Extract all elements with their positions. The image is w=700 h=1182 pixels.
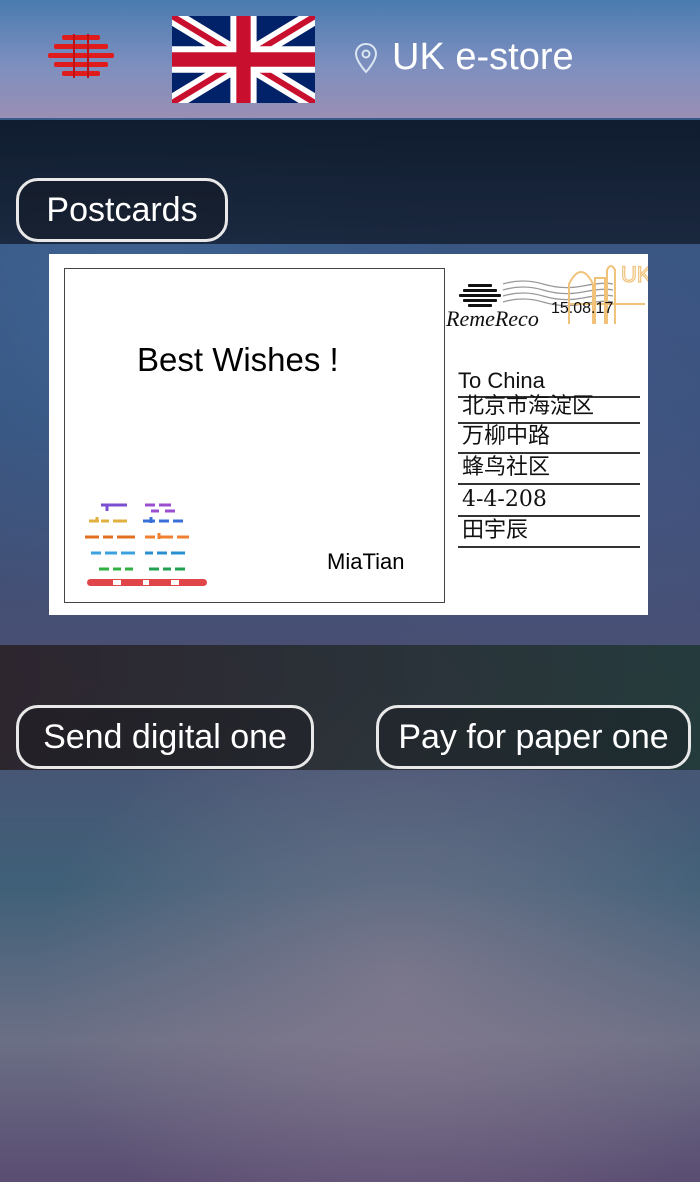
postmark-text: UK bbox=[621, 262, 648, 287]
uk-flag-icon[interactable] bbox=[172, 16, 315, 103]
postcards-button[interactable]: Postcards bbox=[16, 178, 228, 242]
colorful-pattern-graphic bbox=[85, 503, 207, 586]
postcard-greeting: Best Wishes ! bbox=[137, 341, 339, 378]
postmark-date: 15.08.17 bbox=[551, 300, 614, 317]
app-header: UK e-store bbox=[0, 0, 700, 118]
address-line-2: 北京市海淀区 bbox=[458, 394, 640, 424]
postcard-preview: Best Wishes ! MiaTian UK RemeReco 15.08.… bbox=[49, 254, 648, 615]
brand-name: RemeReco bbox=[446, 306, 539, 331]
remereco-logo-icon[interactable] bbox=[48, 34, 114, 82]
location-pin-icon bbox=[354, 42, 378, 74]
address-line-5: 4-4-208 bbox=[458, 487, 640, 517]
pay-paper-button[interactable]: Pay for paper one bbox=[376, 705, 691, 769]
send-digital-button[interactable]: Send digital one bbox=[16, 705, 314, 769]
postcard-message-panel: Best Wishes ! MiaTian bbox=[64, 268, 445, 603]
address-line-3: 万柳中路 bbox=[458, 424, 640, 454]
address-line-4: 蜂鸟社区 bbox=[458, 455, 640, 485]
postcard-signature: MiaTian bbox=[327, 549, 405, 574]
address-line-6: 田宇辰 bbox=[458, 518, 640, 548]
store-label[interactable]: UK e-store bbox=[392, 33, 574, 81]
